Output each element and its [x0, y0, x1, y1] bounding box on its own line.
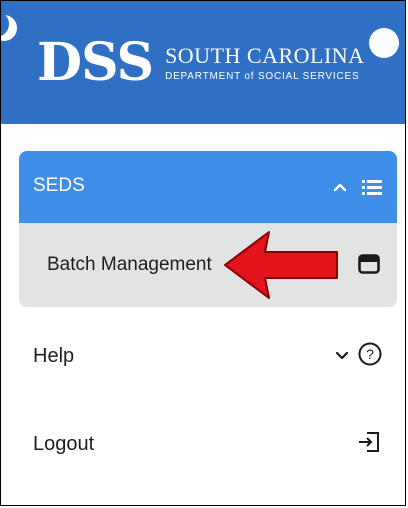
chevron-down-icon[interactable]	[335, 351, 349, 361]
nav-item-seds-label: SEDS	[33, 175, 85, 196]
nav-item-seds[interactable]: SEDS	[19, 151, 397, 223]
logout-icon[interactable]	[358, 431, 380, 453]
annotation-arrow	[224, 231, 338, 299]
nav-item-help-label[interactable]: Help	[33, 345, 74, 368]
chevron-up-icon[interactable]	[333, 182, 347, 192]
site-header: DSS SOUTH CAROLINA DEPARTMENT of SOCIAL …	[1, 1, 405, 124]
logo-state: SOUTH CAROLINA	[165, 42, 365, 68]
svg-text:?: ?	[366, 346, 374, 362]
list-icon	[362, 180, 382, 195]
menu-toggle-icon[interactable]	[1, 11, 17, 41]
nav-item-logout-label[interactable]: Logout	[33, 433, 94, 456]
user-avatar[interactable]	[369, 28, 399, 58]
nav-item-batch-management-label: Batch Management	[47, 254, 212, 275]
app-frame: DSS SOUTH CAROLINA DEPARTMENT of SOCIAL …	[0, 0, 406, 506]
help-icon[interactable]: ?	[358, 342, 382, 366]
card-icon	[358, 254, 380, 274]
logo-department: DEPARTMENT of SOCIAL SERVICES	[165, 71, 360, 83]
logo-mark: DSS	[37, 32, 154, 93]
dss-logo[interactable]: DSS SOUTH CAROLINA DEPARTMENT of SOCIAL …	[37, 25, 365, 101]
logo-text: SOUTH CAROLINA DEPARTMENT of SOCIAL SERV…	[165, 42, 365, 83]
